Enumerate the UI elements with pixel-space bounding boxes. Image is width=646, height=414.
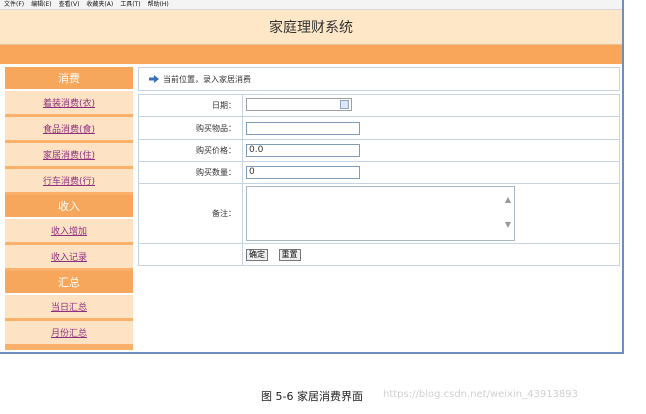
main-content: 当前位置，录入家居消费 日期： 购买物品： 购买价格： 0.0 购买数量： 0 … <box>138 67 620 352</box>
reset-button[interactable]: 重置 <box>278 248 301 261</box>
figure-caption: 图 5-6 家居消费界面 <box>261 390 363 403</box>
sidebar-item-home[interactable]: 家居消费(住) <box>5 143 133 169</box>
menu-favorites[interactable]: 收藏夹(A) <box>82 0 116 9</box>
menu-help[interactable]: 帮助(H) <box>144 0 172 9</box>
breadcrumb: 当前位置，录入家居消费 <box>138 67 620 91</box>
qty-label: 购买数量： <box>138 161 243 184</box>
expense-form: 日期： 购买物品： 购买价格： 0.0 购买数量： 0 备注： ▲ ▼ 确定 重… <box>138 94 620 266</box>
sidebar-item-transport[interactable]: 行车消费(行) <box>5 169 133 195</box>
menu-view[interactable]: 查看(V) <box>55 0 83 9</box>
sidebar-item-label[interactable]: 收入增加 <box>51 224 87 237</box>
sidebar-section-title: 收入 <box>58 200 80 213</box>
menu-tools[interactable]: 工具(T) <box>116 0 143 9</box>
sidebar-item-label[interactable]: 当日汇总 <box>51 300 87 313</box>
arrow-right-icon <box>149 75 159 83</box>
chevron-up-icon[interactable]: ▲ <box>504 196 512 204</box>
sidebar-section-summary: 汇总 <box>5 271 133 293</box>
sidebar-item-monthly-summary[interactable]: 月份汇总 <box>5 321 133 350</box>
form-row-date: 日期： <box>138 94 620 117</box>
sidebar-item-label[interactable]: 行车消费(行) <box>43 174 95 187</box>
sidebar-section-title: 汇总 <box>58 276 80 289</box>
sidebar-item-label[interactable]: 家居消费(住) <box>43 148 95 161</box>
form-row-item: 购买物品： <box>138 116 620 140</box>
note-textarea[interactable]: ▲ ▼ <box>246 186 515 241</box>
form-row-price: 购买价格： 0.0 <box>138 139 620 162</box>
sidebar-item-income-add[interactable]: 收入增加 <box>5 219 133 245</box>
form-row-qty: 购买数量： 0 <box>138 161 620 184</box>
sidebar-section-title: 消费 <box>58 72 80 85</box>
breadcrumb-text: 当前位置，录入家居消费 <box>163 74 251 84</box>
page-title: 家庭理财系统 <box>269 20 353 36</box>
sidebar-item-label[interactable]: 月份汇总 <box>51 326 87 339</box>
menu-bar: 文件(F) 编辑(E) 查看(V) 收藏夹(A) 工具(T) 帮助(H) <box>0 0 622 10</box>
sidebar-item-food[interactable]: 食品消费(食) <box>5 117 133 143</box>
nav-bar <box>0 45 622 64</box>
sidebar-item-daily-summary[interactable]: 当日汇总 <box>5 295 133 321</box>
sidebar-item-label[interactable]: 食品消费(食) <box>43 122 95 135</box>
sidebar-section-consumption: 消费 <box>5 67 133 89</box>
browser-window: 文件(F) 编辑(E) 查看(V) 收藏夹(A) 工具(T) 帮助(H) 家庭理… <box>0 0 624 354</box>
watermark: https://blog.csdn.net/weixin_43913893 <box>383 389 579 400</box>
qty-input[interactable]: 0 <box>246 166 360 179</box>
menu-file[interactable]: 文件(F) <box>0 0 27 9</box>
form-row-actions: 确定 重置 <box>138 243 620 266</box>
confirm-button[interactable]: 确定 <box>246 248 268 261</box>
sidebar-item-clothing[interactable]: 着装消费(衣) <box>5 91 133 117</box>
sidebar-item-label[interactable]: 收入记录 <box>51 250 87 263</box>
date-label: 日期： <box>138 94 243 117</box>
item-input[interactable] <box>246 121 360 135</box>
price-input[interactable]: 0.0 <box>246 144 360 157</box>
date-picker-input[interactable] <box>246 98 352 111</box>
page-header: 家庭理财系统 <box>0 10 622 45</box>
sidebar-section-income: 收入 <box>5 195 133 217</box>
sidebar-item-income-record[interactable]: 收入记录 <box>5 245 133 271</box>
sidebar: 消费 着装消费(衣) 食品消费(食) 家居消费(住) 行车消费(行) 收入 收入… <box>5 67 133 352</box>
menu-edit[interactable]: 编辑(E) <box>27 0 54 9</box>
chevron-down-icon[interactable]: ▼ <box>504 221 512 229</box>
form-row-note: 备注： ▲ ▼ <box>138 183 620 244</box>
item-label: 购买物品： <box>138 116 243 140</box>
sidebar-item-label[interactable]: 着装消费(衣) <box>43 96 95 109</box>
price-label: 购买价格： <box>138 139 243 162</box>
note-label: 备注： <box>138 183 243 244</box>
calendar-icon[interactable] <box>340 100 349 109</box>
